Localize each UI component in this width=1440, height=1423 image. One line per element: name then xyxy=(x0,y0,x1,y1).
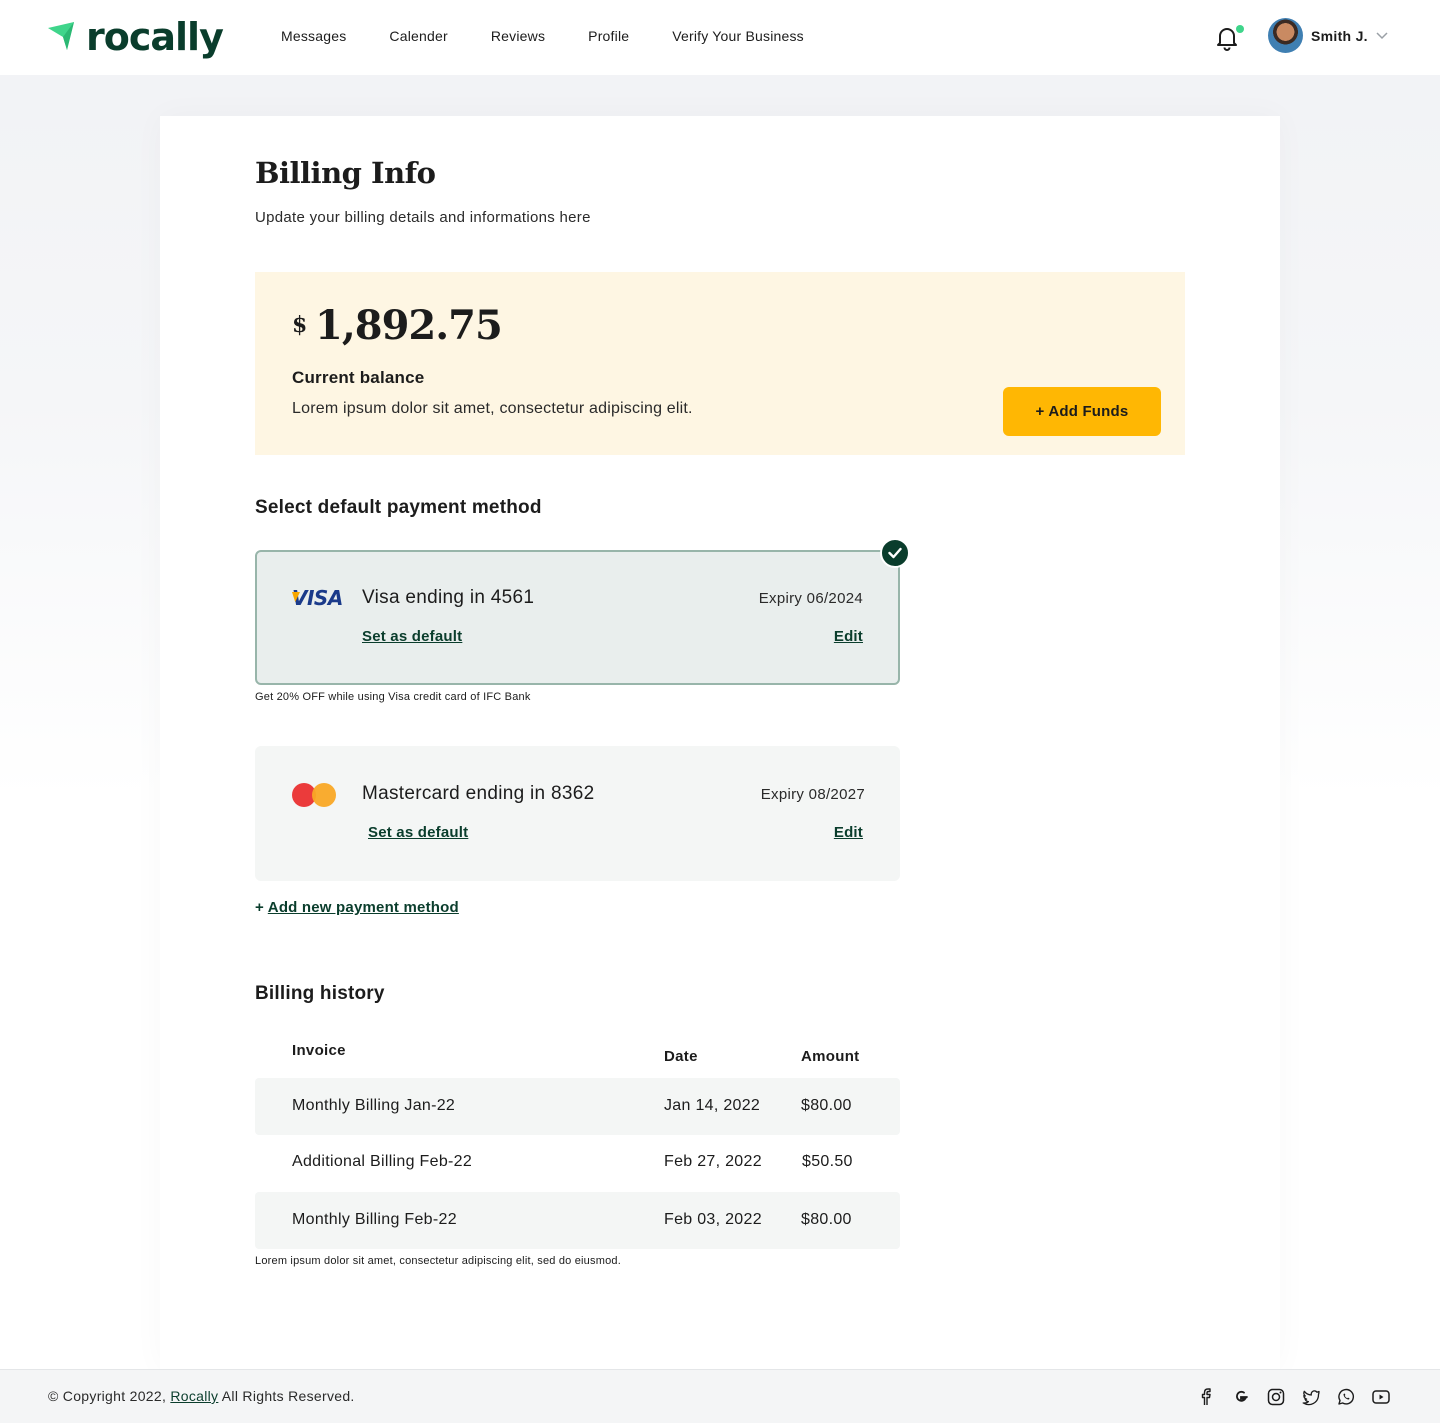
selected-check-icon xyxy=(880,538,910,568)
invoice-cell: Monthly Billing Feb-22 xyxy=(292,1211,457,1228)
footer: © Copyright 2022, Rocally All Rights Res… xyxy=(0,1369,1440,1423)
add-funds-button[interactable]: + Add Funds xyxy=(1003,387,1161,436)
payment-method-name: Visa ending in 4561 xyxy=(362,587,535,608)
table-row: Monthly Billing Jan-22 Jan 14, 2022 $80.… xyxy=(255,1078,900,1135)
whatsapp-icon[interactable] xyxy=(1336,1387,1356,1407)
date-cell: Feb 03, 2022 xyxy=(664,1211,762,1228)
column-header-invoice: Invoice xyxy=(292,1042,346,1059)
mastercard-logo xyxy=(292,783,336,807)
youtube-icon[interactable] xyxy=(1371,1387,1391,1407)
user-menu[interactable]: Smith J. xyxy=(1268,18,1388,53)
visa-logo: VISA xyxy=(292,586,343,610)
copyright-suffix: All Rights Reserved. xyxy=(218,1388,355,1404)
amount-cell: $80.00 xyxy=(801,1097,852,1114)
copyright-text: © Copyright 2022, Rocally All Rights Res… xyxy=(48,1388,355,1404)
top-header: rocally Messages Calender Reviews Profil… xyxy=(0,0,1440,75)
add-payment-method-label: Add new payment method xyxy=(267,899,459,916)
main-nav: Messages Calender Reviews Profile Verify… xyxy=(281,27,847,45)
footer-brand-link[interactable]: Rocally xyxy=(170,1388,218,1404)
set-default-link[interactable]: Set as default xyxy=(368,824,468,841)
payment-method-expiry: Expiry 08/2027 xyxy=(760,786,865,803)
table-row: Additional Billing Feb-22 Feb 27, 2022 $… xyxy=(255,1134,900,1191)
nav-calender[interactable]: Calender xyxy=(389,27,447,45)
amount-cell: $50.50 xyxy=(802,1153,853,1170)
billing-history-note: Lorem ipsum dolor sit amet, consectetur … xyxy=(255,1255,621,1267)
add-prefix: + xyxy=(255,899,268,916)
chevron-down-icon xyxy=(1376,31,1388,39)
payment-method-visa[interactable]: VISA Visa ending in 4561 Expiry 06/2024 … xyxy=(255,550,900,685)
balance-amount: 1,892.75 xyxy=(315,302,503,349)
user-name: Smith J. xyxy=(1311,27,1368,44)
instagram-icon[interactable] xyxy=(1266,1387,1286,1407)
currency-symbol: $ xyxy=(292,312,308,338)
copyright-prefix: © Copyright 2022, xyxy=(48,1388,171,1404)
avatar xyxy=(1268,18,1303,53)
nav-verify-business[interactable]: Verify Your Business xyxy=(672,27,804,45)
table-row: Monthly Billing Feb-22 Feb 03, 2022 $80.… xyxy=(255,1192,900,1249)
balance-panel: $ 1,892.75 Current balance Lorem ipsum d… xyxy=(255,272,1185,455)
facebook-icon[interactable] xyxy=(1196,1387,1216,1407)
edit-link[interactable]: Edit xyxy=(834,824,863,841)
payment-method-heading: Select default payment method xyxy=(255,497,542,518)
nav-profile[interactable]: Profile xyxy=(588,27,629,45)
invoice-cell: Additional Billing Feb-22 xyxy=(292,1153,473,1170)
amount-cell: $80.00 xyxy=(801,1211,852,1228)
logo-arrow-icon xyxy=(48,22,74,50)
payment-method-mastercard[interactable]: Mastercard ending in 8362 Expiry 08/2027… xyxy=(255,746,900,881)
billing-history-heading: Billing history xyxy=(255,983,385,1004)
page-subtitle: Update your billing details and informat… xyxy=(255,209,591,226)
column-header-date: Date xyxy=(664,1048,698,1065)
logo-text: rocally xyxy=(86,15,224,59)
notification-dot xyxy=(1236,25,1244,33)
visa-promo-text: Get 20% OFF while using Visa credit card… xyxy=(255,691,531,703)
payment-method-name: Mastercard ending in 8362 xyxy=(362,783,595,804)
balance-label: Current balance xyxy=(292,368,425,387)
billing-card: Billing Info Update your billing details… xyxy=(160,116,1280,1369)
page-title: Billing Info xyxy=(255,156,436,190)
social-links xyxy=(1196,1387,1406,1407)
add-payment-method-link[interactable]: + Add new payment method xyxy=(255,899,459,916)
payment-method-expiry: Expiry 06/2024 xyxy=(758,590,863,607)
nav-messages[interactable]: Messages xyxy=(281,27,346,45)
google-icon[interactable] xyxy=(1231,1387,1251,1407)
logo[interactable]: rocally xyxy=(48,14,224,60)
column-header-amount: Amount xyxy=(801,1048,860,1065)
set-default-link[interactable]: Set as default xyxy=(362,628,462,645)
date-cell: Jan 14, 2022 xyxy=(664,1097,761,1114)
balance-description: Lorem ipsum dolor sit amet, consectetur … xyxy=(292,400,693,417)
invoice-cell: Monthly Billing Jan-22 xyxy=(292,1097,456,1114)
date-cell: Feb 27, 2022 xyxy=(664,1153,762,1170)
twitter-icon[interactable] xyxy=(1301,1387,1321,1407)
nav-reviews[interactable]: Reviews xyxy=(491,27,545,45)
edit-link[interactable]: Edit xyxy=(834,628,863,645)
